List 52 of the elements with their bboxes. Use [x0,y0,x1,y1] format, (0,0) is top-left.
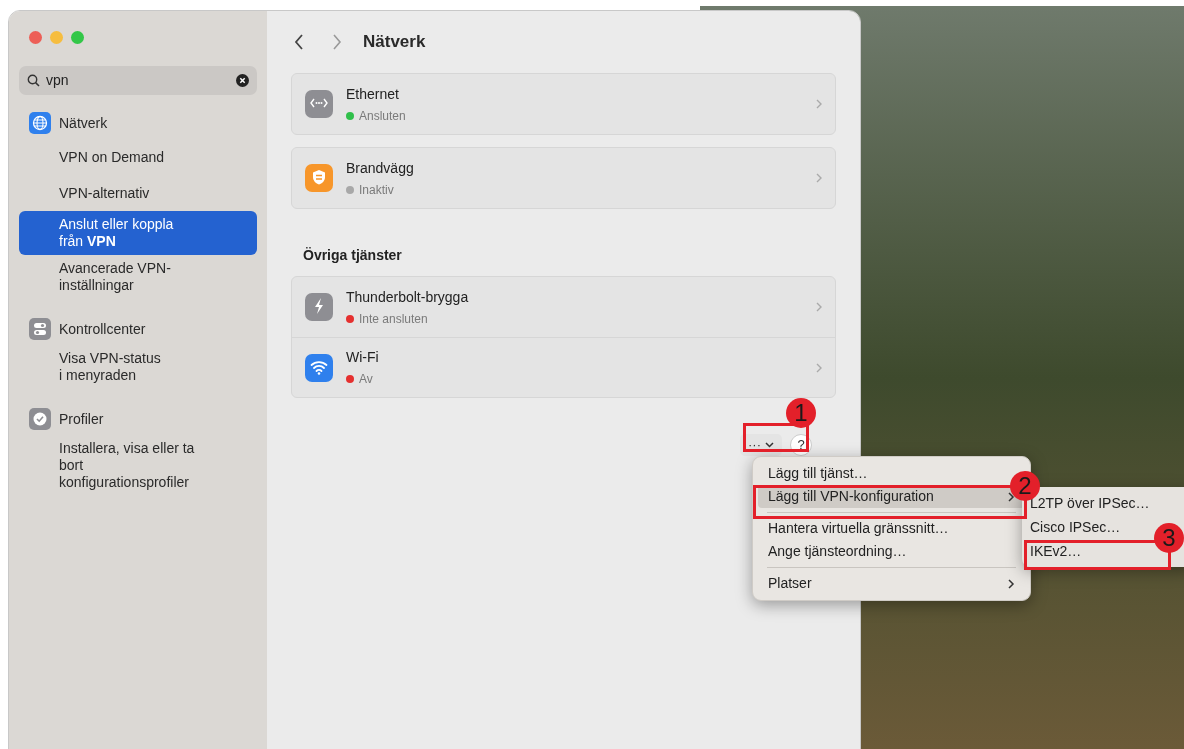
sidebar-item[interactable]: Anslut eller koppla från VPN [19,211,257,255]
menu-item-label: Lägg till tjänst… [768,464,868,483]
zoom-button[interactable] [71,31,84,44]
chevron-down-icon [765,442,774,448]
status-text: Ansluten [359,107,406,125]
service-name[interactable]: Brandvägg [346,157,803,179]
checkmark-badge-icon [29,408,51,430]
sidebar-heading[interactable]: Profiler [59,408,104,430]
minimize-button[interactable] [50,31,63,44]
sidebar-heading[interactable]: Nätverk [59,112,108,134]
chevron-icon[interactable] [815,98,823,110]
menu-item[interactable]: Ange tjänsteordning… [758,540,917,563]
status-text: Inaktiv [359,181,394,199]
status-text: Inte ansluten [359,310,428,328]
menu-item-label: Ange tjänsteordning… [768,542,907,561]
section-heading: Övriga tjänster [303,246,403,265]
forward-icon[interactable] [331,33,343,51]
sidebar-item[interactable]: VPN-alternativ [19,175,257,211]
menu-item-label: Platser [768,574,812,593]
search-icon [27,74,40,87]
menu-item-label: Lägg till VPN-konfiguration [768,487,934,506]
toggles-icon [29,318,51,340]
page-title: Nätverk [363,31,426,54]
chevron-icon[interactable] [815,172,823,184]
menu-item[interactable]: Lägg till tjänst… [758,462,878,485]
service-name[interactable]: Wi-Fi [346,347,803,368]
lightning-icon [304,292,334,322]
sidebar-item[interactable]: Installera, visa eller ta bort konfigurationsprofiler [19,435,257,496]
service-name[interactable]: Ethernet [346,83,803,105]
sidebar-item[interactable]: Avancerade VPN- inställningar [19,255,257,299]
clear-icon[interactable] [236,74,249,87]
service-name[interactable]: Thunderbolt-brygga [346,286,803,308]
close-button[interactable] [29,31,42,44]
ethernet-icon [304,89,334,119]
menu-item[interactable]: Hantera virtuella gränssnitt… [758,517,959,540]
sidebar-item[interactable]: VPN on Demand [19,139,257,175]
sidebar-heading[interactable]: Kontrollcenter [59,318,146,340]
menu-item-label: Hantera virtuella gränssnitt… [768,519,949,538]
chevron-icon [1007,490,1015,503]
search-input: vpn [46,70,230,91]
chevron-icon[interactable] [815,301,823,313]
chevron-icon [1007,577,1015,590]
sidebar-item[interactable]: Visa VPN-status i menyraden [19,345,257,389]
wifi-icon [304,352,334,383]
shield-icon [304,163,334,193]
back-icon[interactable] [293,33,305,51]
search-field[interactable]: vpn [19,66,257,95]
chevron-icon[interactable] [815,361,823,374]
globe-icon [29,112,51,134]
status-text: Av [359,371,373,388]
submenu-item[interactable]: Cisco IPSec… [1027,515,1124,539]
menu-item[interactable]: Platser [758,572,1025,595]
